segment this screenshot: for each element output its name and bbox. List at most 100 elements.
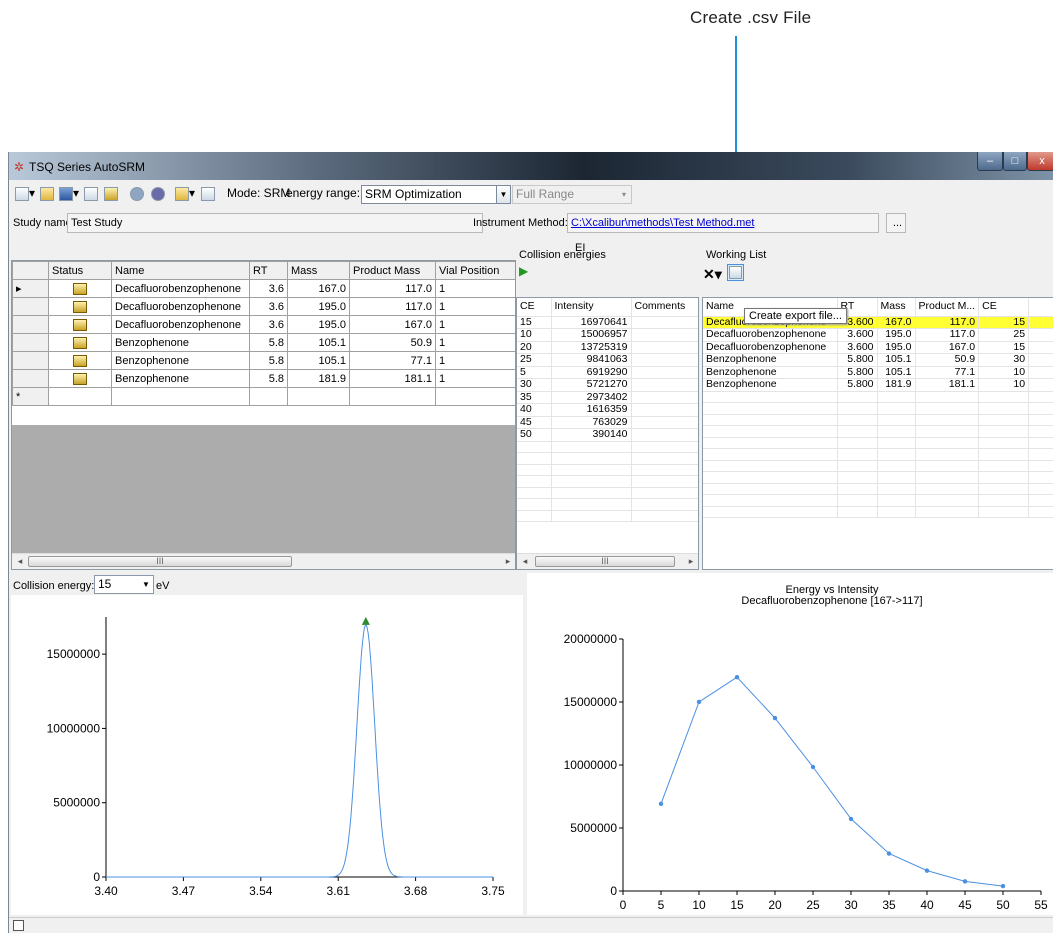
name-cell[interactable]: Benzophenone xyxy=(703,366,838,379)
table-cell[interactable] xyxy=(349,387,436,406)
product-mass-cell[interactable]: 181.1 xyxy=(915,378,980,392)
product-mass-cell[interactable]: 77.1 xyxy=(349,351,436,370)
table-row[interactable]: Decafluorobenzophenone 3.6 195.0 167.0 1 xyxy=(12,315,515,334)
rt-cell[interactable]: 3.6 xyxy=(249,279,288,298)
ce-cell[interactable]: 15 xyxy=(978,316,1030,329)
rt-cell[interactable]: 5.8 xyxy=(249,333,288,352)
rt-cell[interactable]: 3.600 xyxy=(837,328,878,342)
transfer-icon[interactable] xyxy=(130,185,144,202)
row-marker[interactable] xyxy=(12,351,49,370)
table-row[interactable]: Benzophenone 5.8 105.1 77.1 1 xyxy=(12,351,515,370)
status-icon[interactable] xyxy=(13,920,24,931)
comments-cell[interactable] xyxy=(631,403,698,417)
ce-cell[interactable]: 40 xyxy=(517,403,552,417)
vial-position-cell[interactable]: 1 xyxy=(435,369,515,388)
row-marker[interactable]: ▸ xyxy=(12,279,49,298)
vial-position-cell[interactable]: 1 xyxy=(435,333,515,352)
mass-cell[interactable]: 181.9 xyxy=(287,369,350,388)
product-mass-cell[interactable]: 50.9 xyxy=(349,333,436,352)
status-cell[interactable] xyxy=(48,369,112,388)
print-icon[interactable] xyxy=(84,185,98,202)
ce-cell[interactable]: 15 xyxy=(517,316,552,329)
name-cell[interactable]: Benzophenone xyxy=(111,333,250,352)
ce-cell[interactable]: 20 xyxy=(517,341,552,354)
ce-cell[interactable]: 50 xyxy=(517,428,552,442)
instrument-method-link[interactable]: C:\Xcalibur\methods\Test Method.met xyxy=(571,217,754,229)
table-row[interactable]: Decafluorobenzophenone 3.6 195.0 117.0 1 xyxy=(12,297,515,316)
ce-cell[interactable]: 35 xyxy=(517,391,552,404)
rt-cell[interactable]: 3.600 xyxy=(837,341,878,354)
scroll-right-icon[interactable]: ▸ xyxy=(685,556,697,567)
vial-position-cell[interactable]: 1 xyxy=(435,297,515,316)
table-cell[interactable] xyxy=(48,387,112,406)
rt-cell[interactable]: 3.6 xyxy=(249,315,288,334)
product-mass-cell[interactable]: 77.1 xyxy=(915,366,980,379)
new-file-icon[interactable]: ▾ xyxy=(15,185,35,202)
export-icon[interactable] xyxy=(201,185,215,202)
ce-cell[interactable]: 45 xyxy=(517,416,552,429)
comments-cell[interactable] xyxy=(631,328,698,342)
settings-gear-icon[interactable] xyxy=(151,185,165,202)
mass-cell[interactable]: 167.0 xyxy=(877,316,916,329)
close-button[interactable]: x xyxy=(1027,152,1053,171)
intensity-cell[interactable]: 13725319 xyxy=(551,341,632,354)
play-icon[interactable]: ▶ xyxy=(519,264,528,278)
ce-cell[interactable]: 10 xyxy=(978,366,1030,379)
row-marker[interactable] xyxy=(12,297,49,316)
status-cell[interactable] xyxy=(48,279,112,298)
study-name-field[interactable]: Test Study xyxy=(67,213,483,233)
column-header-status[interactable]: Status xyxy=(48,261,112,280)
product-mass-cell[interactable]: 117.0 xyxy=(915,328,980,342)
table-row[interactable]: 40 1616359 xyxy=(517,403,698,417)
comments-cell[interactable] xyxy=(631,391,698,404)
product-mass-cell[interactable]: 167.0 xyxy=(349,315,436,334)
column-header-vial-position[interactable]: Vial Position xyxy=(435,261,515,280)
table-row[interactable]: Benzophenone 5.8 105.1 50.9 1 xyxy=(12,333,515,352)
comments-cell[interactable] xyxy=(631,378,698,392)
mass-cell[interactable]: 195.0 xyxy=(287,297,350,316)
comments-cell[interactable] xyxy=(631,428,698,442)
scroll-thumb[interactable]: III xyxy=(535,556,675,567)
name-cell[interactable]: Benzophenone xyxy=(703,378,838,392)
mass-cell[interactable]: 105.1 xyxy=(287,351,350,370)
row-marker[interactable] xyxy=(12,333,49,352)
product-mass-cell[interactable]: 117.0 xyxy=(349,279,436,298)
table-row[interactable]: 25 9841063 xyxy=(517,353,698,367)
ce-cell[interactable]: 25 xyxy=(978,328,1030,342)
product-mass-cell[interactable]: 167.0 xyxy=(915,341,980,354)
vial-position-cell[interactable]: 1 xyxy=(435,315,515,334)
browse-button[interactable]: ... xyxy=(886,213,906,233)
product-mass-cell[interactable]: 50.9 xyxy=(915,353,980,367)
energy-range-select[interactable]: SRM Optimization ▼ xyxy=(361,185,511,204)
comments-cell[interactable] xyxy=(631,416,698,429)
status-cell[interactable] xyxy=(48,315,112,334)
scroll-left-icon[interactable]: ◂ xyxy=(14,556,26,567)
ce-cell[interactable]: 25 xyxy=(517,353,552,367)
name-cell[interactable]: Benzophenone xyxy=(111,351,250,370)
column-header-product-mass[interactable]: Product Mass xyxy=(349,261,436,280)
rt-cell[interactable]: 5.800 xyxy=(837,366,878,379)
scroll-right-icon[interactable]: ▸ xyxy=(502,556,514,567)
table-row[interactable]: ▸ Decafluorobenzophenone 3.6 167.0 117.0 1 xyxy=(12,279,515,298)
table-row[interactable]: 35 2973402 xyxy=(517,391,698,404)
name-cell[interactable]: Decafluorobenzophenone xyxy=(111,279,250,298)
table-row[interactable]: 20 13725319 xyxy=(517,341,698,354)
delete-x-icon[interactable]: ✕▾ xyxy=(703,266,722,283)
intensity-cell[interactable]: 763029 xyxy=(551,416,632,429)
mass-cell[interactable]: 195.0 xyxy=(877,341,916,354)
table-row[interactable]: Benzophenone 5.8 181.9 181.1 1 xyxy=(12,369,515,388)
vial-position-cell[interactable]: 1 xyxy=(435,279,515,298)
collision-energy-select[interactable]: 15 ▼ xyxy=(94,575,154,594)
table-row[interactable]: Benzophenone 5.800 105.1 50.9 30 xyxy=(703,353,1053,367)
table-row[interactable]: 45 763029 xyxy=(517,416,698,429)
new-row[interactable]: * xyxy=(12,387,515,406)
table-row[interactable]: 15 16970641 xyxy=(517,316,698,329)
row-marker[interactable] xyxy=(12,369,49,388)
mass-cell[interactable]: 105.1 xyxy=(877,366,916,379)
mass-cell[interactable]: 181.9 xyxy=(877,378,916,392)
product-mass-cell[interactable]: 117.0 xyxy=(915,316,980,329)
table-row[interactable]: 10 15006957 xyxy=(517,328,698,342)
save-icon[interactable]: ▾ xyxy=(59,185,79,202)
name-cell[interactable]: Decafluorobenzophenone xyxy=(111,297,250,316)
mass-cell[interactable]: 167.0 xyxy=(287,279,350,298)
